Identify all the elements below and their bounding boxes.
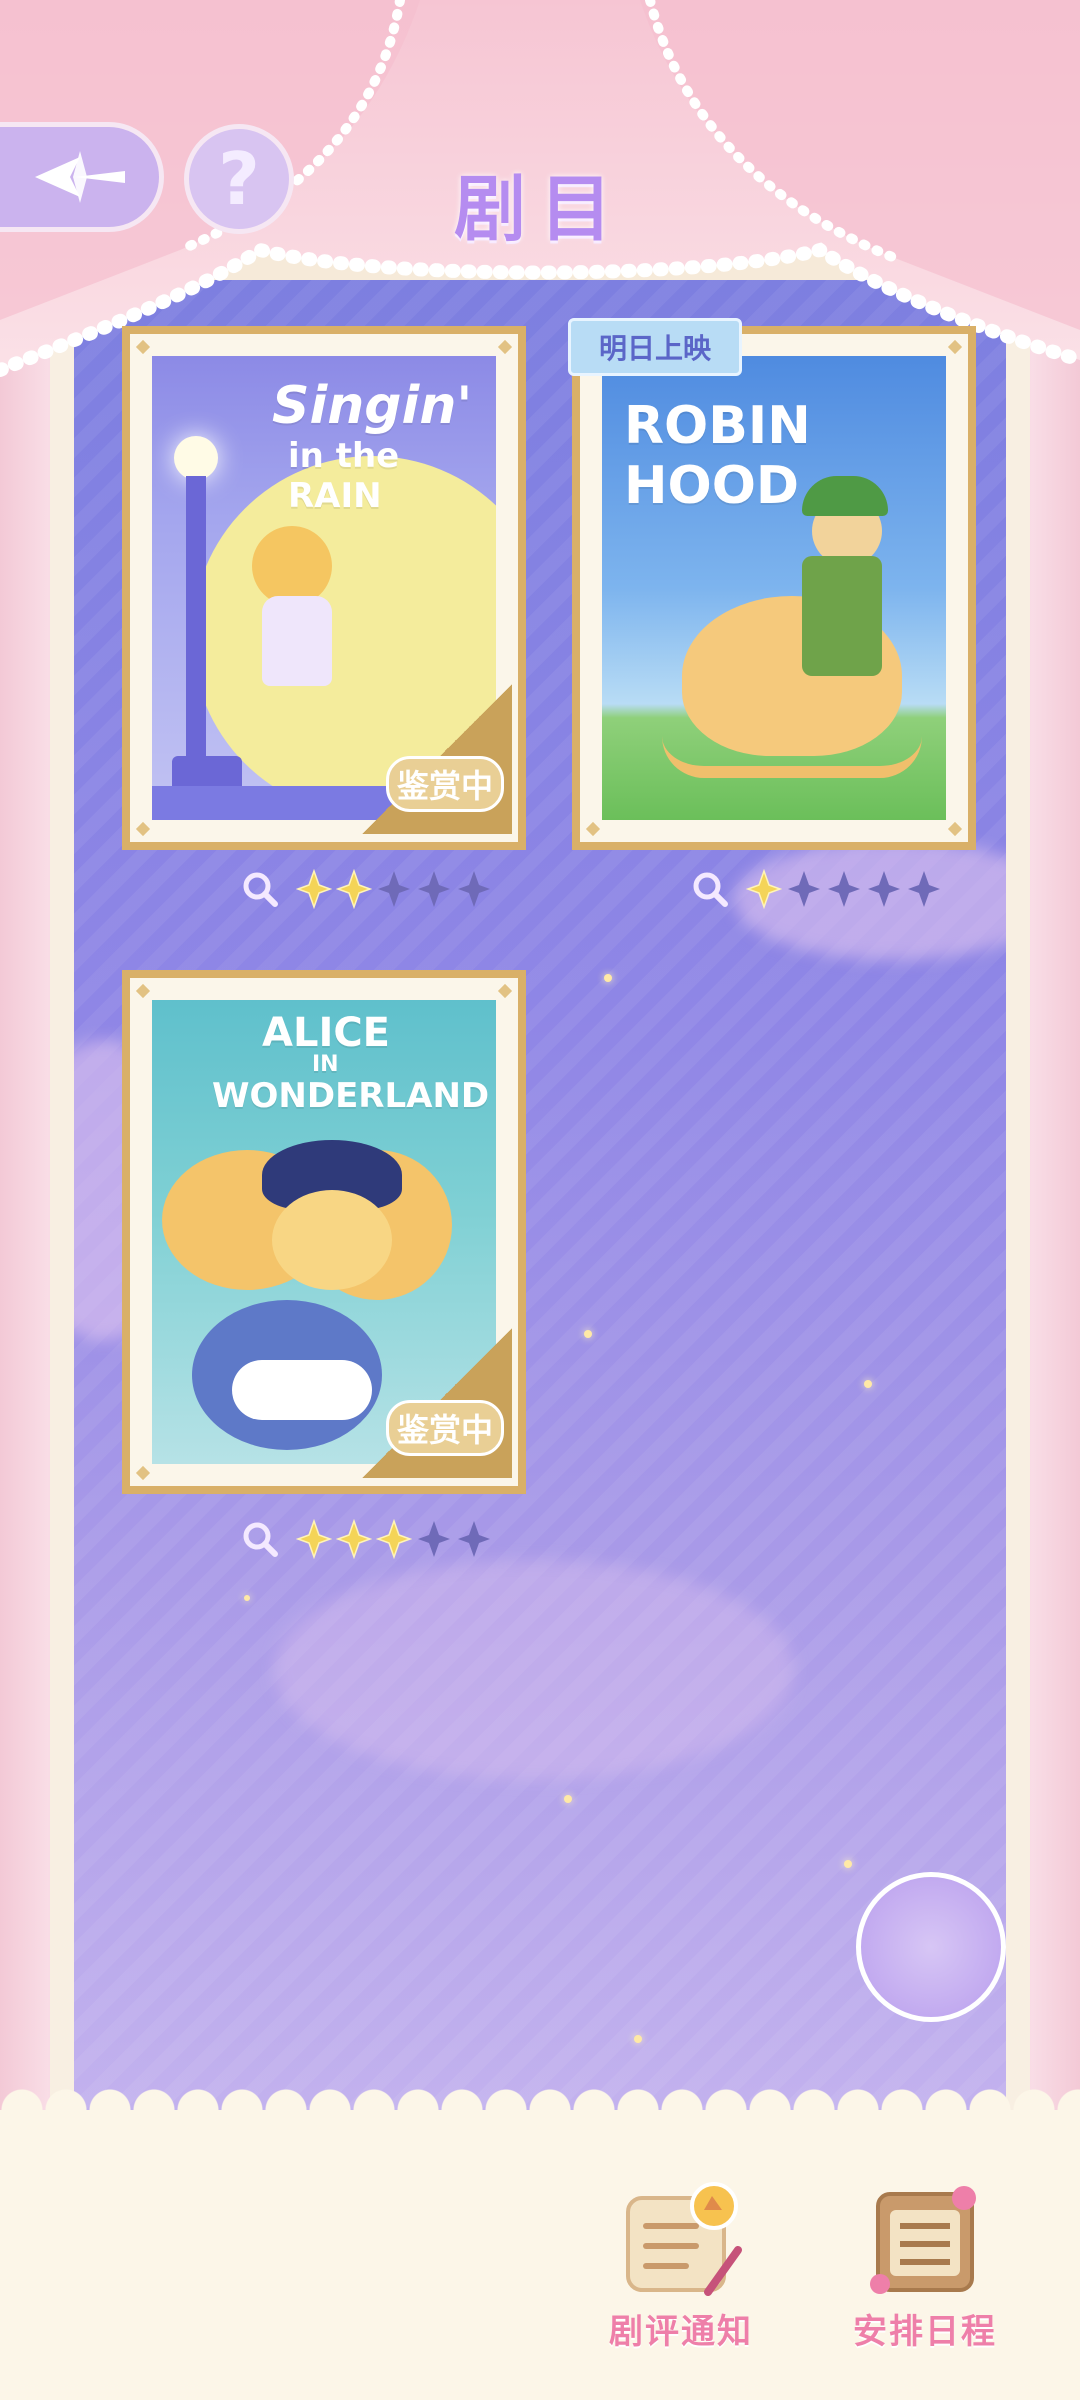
star-filled-icon <box>336 869 372 909</box>
poster-card-alice-in-wonderland[interactable]: ALICE IN WONDERLAND 鉴赏中 <box>122 970 526 1494</box>
poster-title-line1: ROBIN <box>624 396 811 456</box>
rating-row <box>240 1516 492 1562</box>
review-scroll-icon <box>626 2182 742 2296</box>
watching-badge: 鉴赏中 <box>362 1328 512 1478</box>
poster-card-singin-in-the-rain[interactable]: Singin' in the RAIN 鉴赏中 <box>122 326 526 850</box>
back-button[interactable] <box>0 122 164 232</box>
schedule-board-icon <box>870 2186 976 2294</box>
star-filled-icon <box>336 1519 372 1559</box>
star-filled-icon <box>746 869 782 909</box>
floating-action-button[interactable] <box>856 1872 1006 2022</box>
help-button[interactable]: ? <box>184 124 294 234</box>
review-notice-button[interactable]: 剧评通知 <box>606 2180 756 2353</box>
poster-title-line2: in the RAIN <box>288 436 400 516</box>
star-empty-icon <box>458 1521 490 1557</box>
poster-title-line2: HOOD <box>624 456 800 516</box>
poster-title-line1: Singin' <box>272 376 473 436</box>
magnifier-icon <box>243 1522 278 1557</box>
tomorrow-showing-badge: 明日上映 <box>568 318 743 376</box>
poster-title-line1: ALICE <box>262 1010 391 1056</box>
star-empty-icon <box>868 871 900 907</box>
star-filled-icon <box>296 1519 332 1559</box>
star-filled-icon <box>376 1519 412 1559</box>
rating-row <box>690 866 942 912</box>
page-title: 剧目 <box>453 167 626 251</box>
review-notice-label: 剧评通知 <box>609 2312 753 2352</box>
magnifier-icon <box>243 872 278 907</box>
poster-title-line2: IN <box>312 1052 339 1077</box>
poster-card-robin-hood[interactable]: ROBIN HOOD <box>572 326 976 850</box>
rating-row <box>240 866 492 912</box>
schedule-button[interactable]: 安排日程 <box>850 2180 1000 2353</box>
star-filled-icon <box>296 869 332 909</box>
star-empty-icon <box>458 871 490 907</box>
schedule-label: 安排日程 <box>853 2312 997 2352</box>
watching-badge: 鉴赏中 <box>362 684 512 834</box>
star-empty-icon <box>788 871 820 907</box>
star-empty-icon <box>378 871 410 907</box>
help-icon: ? <box>218 137 260 221</box>
poster-art: ROBIN HOOD <box>602 356 946 820</box>
bottom-bar: 剧评通知 安排日程 <box>0 2088 1080 2400</box>
back-arrow-icon <box>34 151 125 203</box>
star-empty-icon <box>418 1521 450 1557</box>
star-empty-icon <box>418 871 450 907</box>
magnifier-icon <box>693 872 728 907</box>
star-empty-icon <box>908 871 940 907</box>
star-empty-icon <box>828 871 860 907</box>
poster-title-line3: WONDERLAND <box>212 1076 490 1116</box>
